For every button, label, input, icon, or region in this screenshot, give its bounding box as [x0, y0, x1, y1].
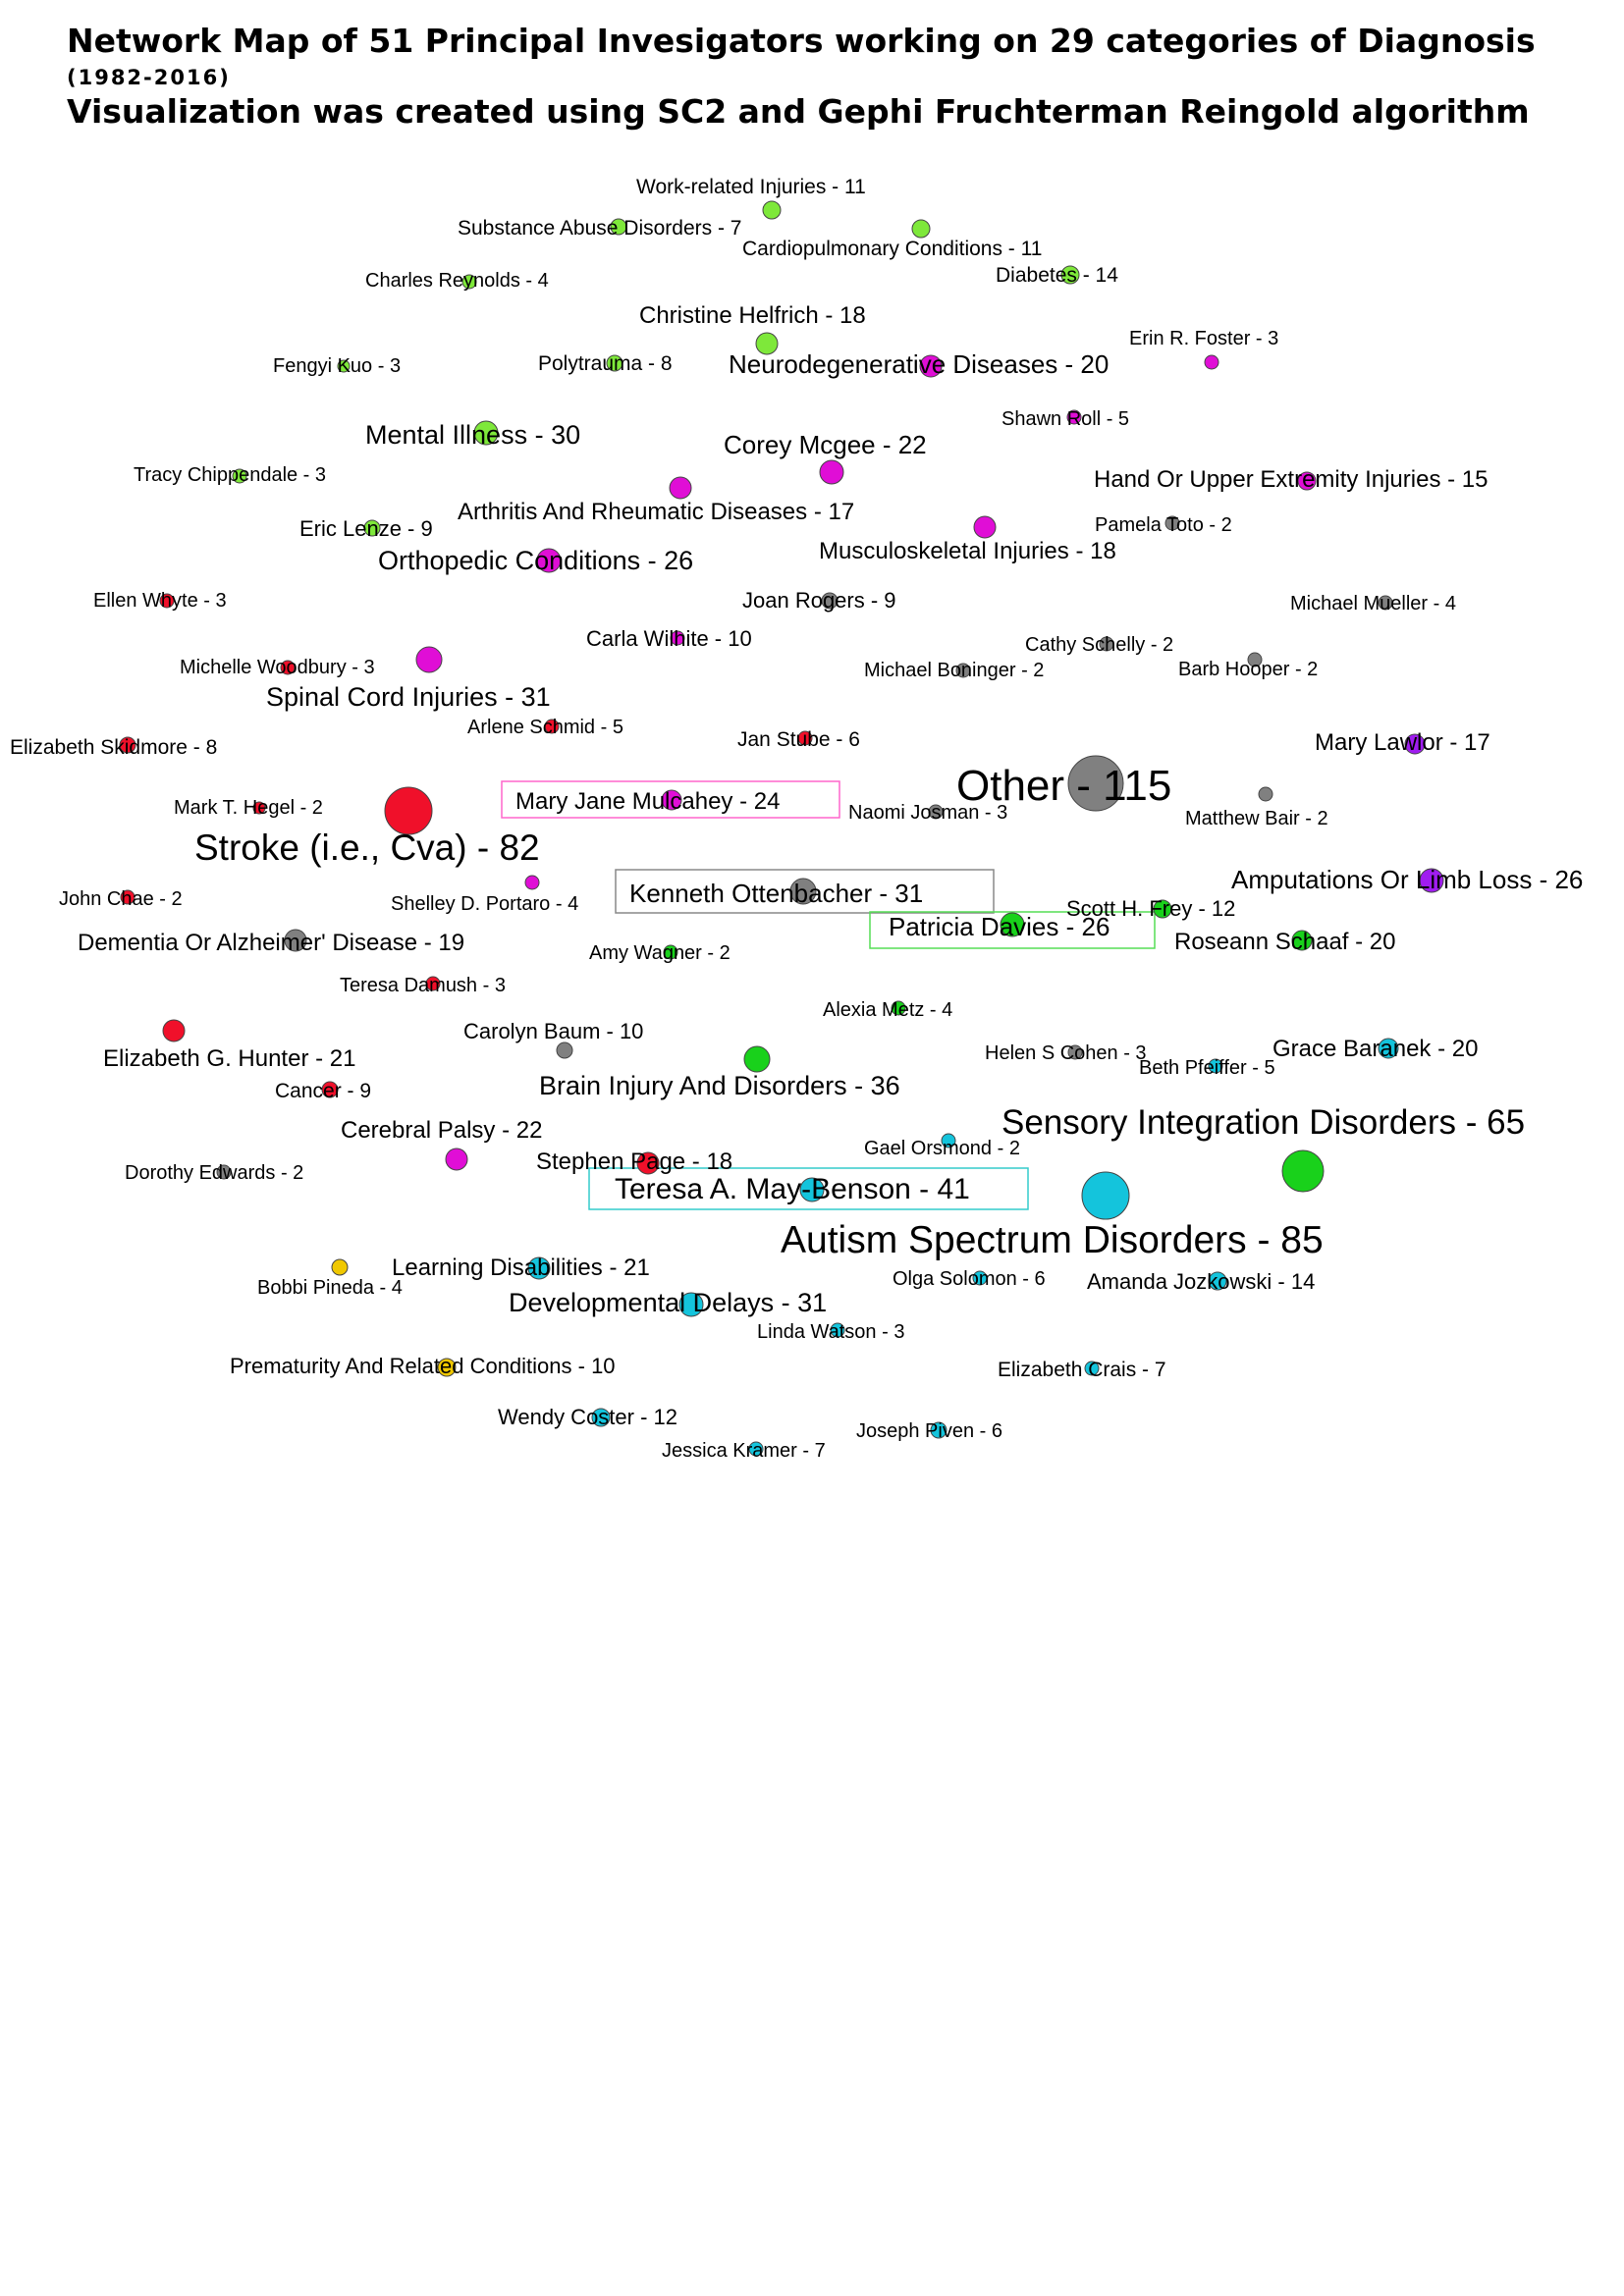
node-label-alexia-metz-4: Alexia Metz - 4 — [823, 999, 952, 1021]
node-label-christine-helfrich-18: Christine Helfrich - 18 — [639, 302, 866, 329]
node-label-stroke-i-e-cva-82: Stroke (i.e., Cva) - 82 — [194, 828, 540, 868]
node-label-bobbi-pineda-4: Bobbi Pineda - 4 — [257, 1277, 403, 1299]
node-label-michael-boninger-2: Michael Boninger - 2 — [864, 660, 1044, 681]
node-label-fengyi-kuo-3: Fengyi Kuo - 3 — [273, 355, 401, 377]
node-label-substance-abuse-disorders-7: Substance Abuse Disorders - 7 — [458, 217, 742, 240]
node-label-shawn-roll-5: Shawn Roll - 5 — [1001, 408, 1129, 430]
node-label-autism-spectrum-disorders-85: Autism Spectrum Disorders - 85 — [781, 1219, 1324, 1261]
node-label-naomi-josman-3: Naomi Josman - 3 — [848, 802, 1007, 824]
node-label-grace-baranek-20: Grace Baranek - 20 — [1272, 1036, 1478, 1062]
node-label-musculoskeletal-injuries-18: Musculoskeletal Injuries - 18 — [819, 538, 1116, 564]
node-label-joseph-piven-6: Joseph Piven - 6 — [856, 1420, 1002, 1442]
node-label-prematurity-and-related-conditions-10: Prematurity And Related Conditions - 10 — [230, 1354, 616, 1378]
node-label-hand-or-upper-extremity-injuries-15: Hand Or Upper Extremity Injuries - 15 — [1094, 466, 1488, 493]
node-label-eric-lenze-9: Eric Lenze - 9 — [299, 516, 433, 541]
node-label-work-related-injuries-11: Work-related Injuries - 11 — [636, 176, 866, 198]
node-label-joan-rogers-9: Joan Rogers - 9 — [742, 588, 896, 613]
node-label-jessica-kramer-7: Jessica Kramer - 7 — [662, 1440, 826, 1462]
node-label-ellen-whyte-3: Ellen Whyte - 3 — [93, 590, 227, 612]
node-carolyn-baum-10 — [556, 1041, 573, 1059]
node-label-carla-wilhite-10: Carla Wilhite - 10 — [586, 626, 752, 651]
node-label-mark-t-hegel-2: Mark T. Hegel - 2 — [174, 797, 323, 819]
node-corey-mcgee-22 — [819, 459, 844, 485]
node-label-neurodegenerative-diseases-20: Neurodegenerative Diseases - 20 — [729, 349, 1109, 379]
node-label-gael-orsmond-2: Gael Orsmond - 2 — [864, 1138, 1020, 1159]
node-sensory-integration-disorders-65 — [1281, 1149, 1325, 1193]
node-spinal-cord-injuries-31 — [415, 646, 443, 673]
node-label-teresa-a-may-benson-41: Teresa A. May-Benson - 41 — [615, 1173, 970, 1205]
node-erin-r-foster-3 — [1204, 354, 1219, 370]
node-label-john-chae-2: John Chae - 2 — [59, 888, 183, 910]
node-label-cardiopulmonary-conditions-11: Cardiopulmonary Conditions - 11 — [742, 238, 1042, 260]
node-elizabeth-g-hunter-21 — [162, 1019, 186, 1042]
node-label-learning-disabilities-21: Learning Disabilities - 21 — [392, 1255, 650, 1281]
node-label-helen-s-cohen-3: Helen S Cohen - 3 — [985, 1042, 1147, 1064]
node-label-developmental-delays-31: Developmental Delays - 31 — [509, 1288, 827, 1317]
node-autism-spectrum-disorders-85 — [1081, 1171, 1130, 1220]
node-label-carolyn-baum-10: Carolyn Baum - 10 — [463, 1019, 643, 1043]
node-label-diabetes-14: Diabetes - 14 — [996, 264, 1118, 287]
node-label-arthritis-and-rheumatic-diseases-17: Arthritis And Rheumatic Diseases - 17 — [458, 499, 854, 525]
node-musculoskeletal-injuries-18 — [973, 515, 997, 539]
node-label-michael-mueller-4: Michael Mueller - 4 — [1290, 593, 1456, 614]
node-label-amanda-jozkowski-14: Amanda Jozkowski - 14 — [1087, 1269, 1315, 1294]
node-label-brain-injury-and-disorders-36: Brain Injury And Disorders - 36 — [539, 1071, 900, 1100]
node-label-michelle-woodbury-3: Michelle Woodbury - 3 — [180, 657, 375, 678]
node-label-shelley-d-portaro-4: Shelley D. Portaro - 4 — [391, 893, 578, 915]
node-label-tracy-chippendale-3: Tracy Chippendale - 3 — [134, 464, 326, 486]
node-label-patricia-davies-26: Patricia Davies - 26 — [889, 912, 1110, 941]
node-label-mental-illness-30: Mental Illness - 30 — [365, 420, 580, 450]
node-shelley-d-portaro-4 — [524, 875, 540, 890]
node-label-olga-solomon-6: Olga Solomon - 6 — [893, 1268, 1046, 1290]
node-label-kenneth-ottenbacher-31: Kenneth Ottenbacher - 31 — [629, 879, 923, 908]
node-matthew-bair-2 — [1258, 786, 1273, 802]
node-label-polytrauma-8: Polytrauma - 8 — [538, 352, 673, 375]
node-arthritis-and-rheumatic-diseases-17 — [669, 476, 692, 500]
node-label-mary-lawlor-17: Mary Lawlor - 17 — [1315, 729, 1490, 756]
node-label-erin-r-foster-3: Erin R. Foster - 3 — [1129, 328, 1278, 349]
node-label-elizabeth-skidmore-8: Elizabeth Skidmore - 8 — [10, 736, 217, 759]
node-cardiopulmonary-conditions-11 — [911, 219, 931, 239]
network-map: Work-related Injuries - 11 Substance Abus… — [10, 176, 1583, 1462]
node-label-sensory-integration-disorders-65: Sensory Integration Disorders - 65 — [1001, 1103, 1525, 1142]
node-label-orthopedic-conditions-26: Orthopedic Conditions - 26 — [378, 546, 693, 575]
node-label-wendy-coster-12: Wendy Coster - 12 — [498, 1405, 677, 1429]
node-label-linda-watson-3: Linda Watson - 3 — [757, 1321, 904, 1343]
node-label-cancer-9: Cancer - 9 — [275, 1080, 371, 1102]
node-label-spinal-cord-injuries-31: Spinal Cord Injuries - 31 — [266, 682, 551, 712]
node-label-jan-stube-6: Jan Stube - 6 — [737, 728, 860, 751]
node-label-matthew-bair-2: Matthew Bair - 2 — [1185, 808, 1328, 829]
node-label-elizabeth-g-hunter-21: Elizabeth G. Hunter - 21 — [103, 1045, 355, 1072]
node-label-arlene-schmid-5: Arlene Schmid - 5 — [467, 717, 623, 738]
node-label-dementia-or-alzheimer-disease-19: Dementia Or Alzheimer' Disease - 19 — [78, 930, 464, 956]
node-label-charles-reynolds-4: Charles Reynolds - 4 — [365, 270, 549, 292]
node-label-corey-mcgee-22: Corey Mcgee - 22 — [724, 430, 927, 459]
node-label-teresa-damush-3: Teresa Damush - 3 — [340, 975, 506, 996]
node-label-mary-jane-mulcahey-24: Mary Jane Mulcahey - 24 — [515, 788, 780, 815]
node-label-beth-pfeiffer-5: Beth Pfeiffer - 5 — [1139, 1057, 1275, 1079]
node-bobbi-pineda-4 — [331, 1258, 349, 1276]
node-label-dorothy-edwards-2: Dorothy Edwards - 2 — [125, 1162, 303, 1184]
node-label-stephen-page-18: Stephen Page - 18 — [536, 1148, 732, 1175]
node-label-pamela-toto-2: Pamela Toto - 2 — [1095, 514, 1232, 536]
node-label-roseann-schaaf-20: Roseann Schaaf - 20 — [1174, 929, 1395, 955]
node-label-amputations-or-limb-loss-26: Amputations Or Limb Loss - 26 — [1231, 865, 1583, 894]
node-work-related-injuries-11 — [762, 200, 782, 220]
node-label-elizabeth-crais-7: Elizabeth Crais - 7 — [998, 1359, 1166, 1381]
node-label-amy-wagner-2: Amy Wagner - 2 — [589, 942, 731, 964]
node-cerebral-palsy-22 — [445, 1148, 468, 1171]
node-label-cathy-schelly-2: Cathy Schelly - 2 — [1025, 634, 1173, 656]
node-brain-injury-and-disorders-36 — [743, 1045, 771, 1073]
node-label-barb-hooper-2: Barb Hooper - 2 — [1178, 659, 1318, 680]
node-label-cerebral-palsy-22: Cerebral Palsy - 22 — [341, 1117, 542, 1144]
